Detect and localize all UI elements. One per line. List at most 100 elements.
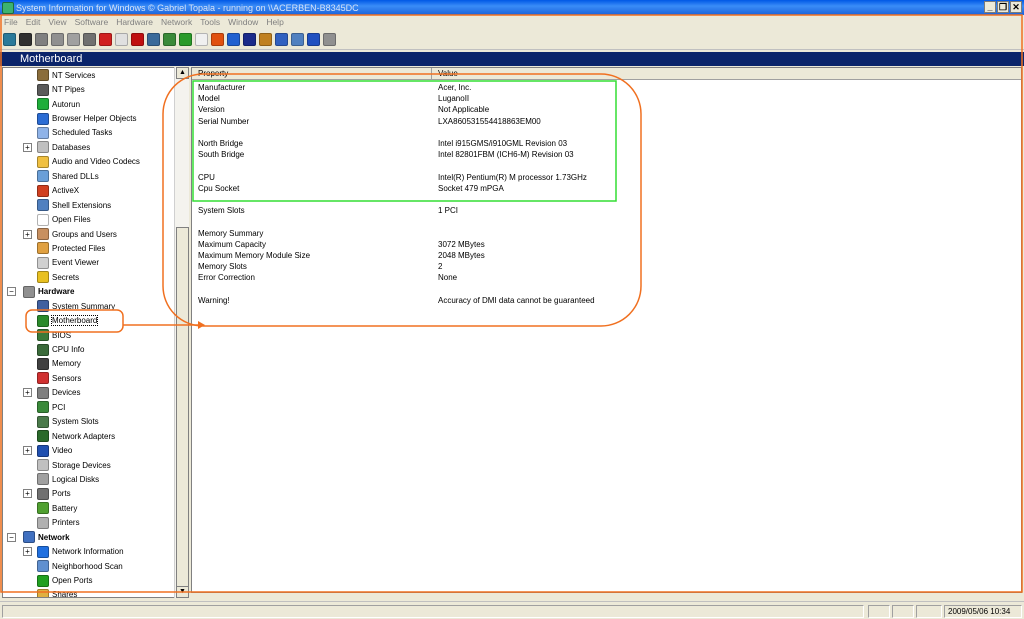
menu-edit[interactable]: Edit xyxy=(22,17,45,27)
menu-window[interactable]: Window xyxy=(224,17,262,27)
expand-icon[interactable]: + xyxy=(23,142,32,152)
report-icon[interactable] xyxy=(195,33,208,46)
tree-item-autorun[interactable]: Autorun xyxy=(3,97,174,111)
help-icon[interactable] xyxy=(307,33,320,46)
column-header-value[interactable]: Value xyxy=(432,68,1021,79)
menu-hardware[interactable]: Hardware xyxy=(112,17,157,27)
about-icon[interactable] xyxy=(323,33,336,46)
table-row[interactable]: North Bridge Intel i915GMS/i910GML Revisi… xyxy=(192,139,1021,150)
expand-icon[interactable]: + xyxy=(23,388,32,398)
restore-button[interactable]: ❐ xyxy=(997,1,1009,13)
tree-item-printers[interactable]: Printers xyxy=(3,516,174,530)
print-icon[interactable] xyxy=(83,33,96,46)
table-row[interactable]: Manufacturer Acer, Inc. xyxy=(192,83,1021,94)
menu-view[interactable]: View xyxy=(44,17,70,27)
ie-icon[interactable] xyxy=(275,33,288,46)
tree-item-nt-pipes[interactable]: NT Pipes xyxy=(3,82,174,96)
table-row[interactable] xyxy=(192,285,1021,296)
menu-software[interactable]: Software xyxy=(71,17,113,27)
tree-item-network-information[interactable]: + Network Information xyxy=(3,544,174,558)
expand-icon[interactable]: + xyxy=(23,547,32,557)
chart-icon[interactable] xyxy=(147,33,160,46)
exit-icon[interactable] xyxy=(3,33,16,46)
tree-item-network[interactable]: − Network xyxy=(3,530,174,544)
collapse-icon[interactable]: − xyxy=(7,287,16,297)
table-row[interactable] xyxy=(192,195,1021,206)
stop-icon[interactable] xyxy=(99,33,112,46)
cut-icon[interactable] xyxy=(35,33,48,46)
navigation-tree[interactable]: NT Services NT Pipes Autorun Browser Helper… xyxy=(2,67,175,598)
tree-item-secrets[interactable]: Secrets xyxy=(3,270,174,284)
menu-help[interactable]: Help xyxy=(262,17,287,27)
table-row[interactable]: Memory Summary xyxy=(192,229,1021,240)
book-icon[interactable] xyxy=(259,33,272,46)
tree-item-system-summary[interactable]: System Summary xyxy=(3,299,174,313)
table-row[interactable]: South Bridge Intel 82801FBM (ICH6-M) Revi… xyxy=(192,150,1021,161)
tree-item-ports[interactable]: + Ports xyxy=(3,487,174,501)
tree-item-cpu-info[interactable]: CPU Info xyxy=(3,342,174,356)
menu-network[interactable]: Network xyxy=(157,17,196,27)
menu-file[interactable]: File xyxy=(0,17,22,27)
tree-item-protected-files[interactable]: Protected Files xyxy=(3,241,174,255)
expand-icon[interactable]: + xyxy=(23,489,32,499)
tree-item-activex[interactable]: ActiveX xyxy=(3,184,174,198)
paste-icon[interactable] xyxy=(67,33,80,46)
back-icon[interactable] xyxy=(227,33,240,46)
menu-tools[interactable]: Tools xyxy=(196,17,224,27)
expand-icon[interactable]: + xyxy=(23,229,32,239)
column-header-property[interactable]: Property xyxy=(192,68,432,79)
flag-icon[interactable] xyxy=(131,33,144,46)
tree-item-browser-helper-objects[interactable]: Browser Helper Objects xyxy=(3,111,174,125)
table-row[interactable]: Maximum Memory Module Size 2048 MBytes xyxy=(192,251,1021,262)
copy-icon[interactable] xyxy=(51,33,64,46)
table-row[interactable] xyxy=(192,161,1021,172)
tree-item-shares[interactable]: Shares xyxy=(3,588,174,597)
window-icon[interactable] xyxy=(291,33,304,46)
tree-item-network-adapters[interactable]: Network Adapters xyxy=(3,429,174,443)
table-row[interactable]: Error Correction None xyxy=(192,273,1021,284)
tree-item-system-slots[interactable]: System Slots xyxy=(3,415,174,429)
table-row[interactable]: Maximum Capacity 3072 MBytes xyxy=(192,240,1021,251)
table-row[interactable]: Warning! Accuracy of DMI data cannot be g… xyxy=(192,296,1021,307)
tree-item-event-viewer[interactable]: Event Viewer xyxy=(3,256,174,270)
scroll-up-arrow[interactable]: ▲ xyxy=(176,67,189,79)
tree-item-devices[interactable]: + Devices xyxy=(3,386,174,400)
tree-item-storage-devices[interactable]: Storage Devices xyxy=(3,458,174,472)
shield-icon[interactable] xyxy=(243,33,256,46)
minimize-button[interactable]: _ xyxy=(984,1,996,13)
tree-item-shell-extensions[interactable]: Shell Extensions xyxy=(3,198,174,212)
table-row[interactable]: System Slots 1 PCI xyxy=(192,206,1021,217)
tree-scrollbar[interactable]: ▲ ▼ xyxy=(174,67,189,598)
tree-item-motherboard[interactable]: Motherboard xyxy=(3,313,174,327)
tree-item-databases[interactable]: + Databases xyxy=(3,140,174,154)
table-row[interactable]: Cpu Socket Socket 479 mPGA xyxy=(192,184,1021,195)
tree-item-memory[interactable]: Memory xyxy=(3,357,174,371)
table-row[interactable] xyxy=(192,128,1021,139)
close-button[interactable]: ✕ xyxy=(1010,1,1022,13)
table-row[interactable]: Version Not Applicable xyxy=(192,105,1021,116)
refresh-icon[interactable] xyxy=(179,33,192,46)
tree-item-sensors[interactable]: Sensors xyxy=(3,371,174,385)
scroll-thumb[interactable] xyxy=(176,227,189,587)
tree-item-neighborhood-scan[interactable]: Neighborhood Scan xyxy=(3,559,174,573)
tree-item-open-ports[interactable]: Open Ports xyxy=(3,573,174,587)
collapse-icon[interactable]: − xyxy=(7,532,16,542)
globe-icon[interactable] xyxy=(163,33,176,46)
tree-item-battery[interactable]: Battery xyxy=(3,501,174,515)
table-row[interactable]: Model LuganoII xyxy=(192,94,1021,105)
tree-item-video[interactable]: + Video xyxy=(3,443,174,457)
table-row[interactable]: Memory Slots 2 xyxy=(192,262,1021,273)
expand-icon[interactable]: + xyxy=(23,446,32,456)
tree-item-pci[interactable]: PCI xyxy=(3,400,174,414)
tree-item-groups-and-users[interactable]: + Groups and Users xyxy=(3,227,174,241)
tree-item-logical-disks[interactable]: Logical Disks xyxy=(3,472,174,486)
chat-icon[interactable] xyxy=(115,33,128,46)
table-row[interactable]: CPU Intel(R) Pentium(R) M processor 1.73G… xyxy=(192,173,1021,184)
tree-item-audio-and-video-codecs[interactable]: Audio and Video Codecs xyxy=(3,155,174,169)
tree-item-bios[interactable]: BIOS xyxy=(3,328,174,342)
tree-item-nt-services[interactable]: NT Services xyxy=(3,68,174,82)
tree-item-shared-dlls[interactable]: Shared DLLs xyxy=(3,169,174,183)
save-icon[interactable] xyxy=(19,33,32,46)
scroll-down-arrow[interactable]: ▼ xyxy=(176,586,189,598)
tree-item-open-files[interactable]: Open Files xyxy=(3,212,174,226)
